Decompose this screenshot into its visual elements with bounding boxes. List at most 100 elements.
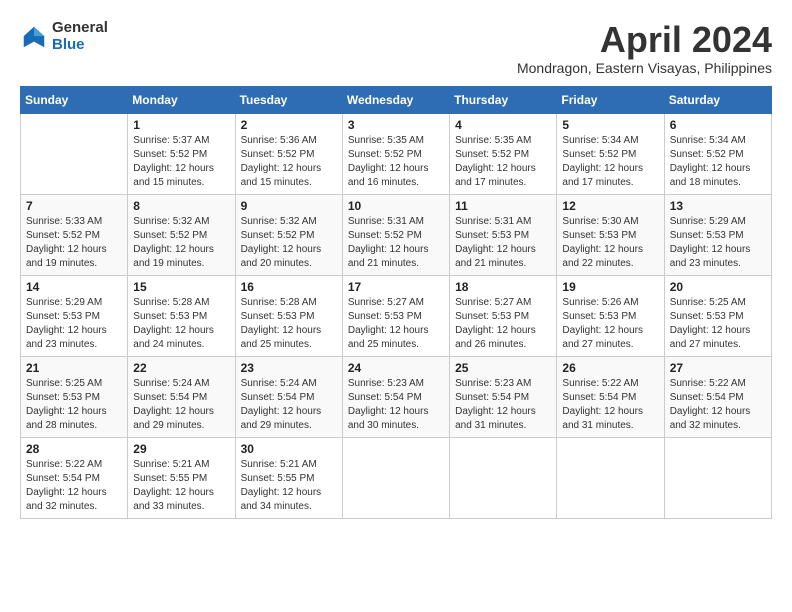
day-info: Sunrise: 5:34 AMSunset: 5:52 PMDaylight:… xyxy=(670,134,766,190)
day-info: Sunrise: 5:25 AMSunset: 5:53 PMDaylight:… xyxy=(26,377,122,433)
day-number: 9 xyxy=(241,199,337,213)
weekday-header: Wednesday xyxy=(342,86,449,113)
day-number: 25 xyxy=(455,361,551,375)
weekday-header: Friday xyxy=(557,86,664,113)
weekday-header: Monday xyxy=(128,86,235,113)
calendar-cell: 28 Sunrise: 5:22 AMSunset: 5:54 PMDayligh… xyxy=(21,437,128,518)
calendar-cell: 10 Sunrise: 5:31 AMSunset: 5:52 PMDayligh… xyxy=(342,194,449,275)
calendar-cell: 27 Sunrise: 5:22 AMSunset: 5:54 PMDayligh… xyxy=(664,356,771,437)
calendar-cell: 13 Sunrise: 5:29 AMSunset: 5:53 PMDayligh… xyxy=(664,194,771,275)
calendar-cell: 14 Sunrise: 5:29 AMSunset: 5:53 PMDayligh… xyxy=(21,275,128,356)
day-number: 28 xyxy=(26,442,122,456)
calendar-cell: 29Sunrise: 5:21 AMSunset: 5:55 PMDayligh… xyxy=(128,437,235,518)
calendar-cell xyxy=(450,437,557,518)
day-info: Sunrise: 5:28 AMSunset: 5:53 PMDaylight:… xyxy=(241,296,337,352)
calendar-cell: 16 Sunrise: 5:28 AMSunset: 5:53 PMDayligh… xyxy=(235,275,342,356)
page-header: General Blue April 2024 Mondragon, Easte… xyxy=(20,20,772,76)
month-title: April 2024 xyxy=(517,20,772,60)
day-number: 20 xyxy=(670,280,766,294)
day-number: 4 xyxy=(455,118,551,132)
calendar-week-row: 14 Sunrise: 5:29 AMSunset: 5:53 PMDayligh… xyxy=(21,275,772,356)
day-info: Sunrise: 5:29 AMSunset: 5:53 PMDaylight:… xyxy=(26,296,122,352)
calendar-week-row: 7 Sunrise: 5:33 AMSunset: 5:52 PMDaylight… xyxy=(21,194,772,275)
day-number: 14 xyxy=(26,280,122,294)
calendar-cell: 7 Sunrise: 5:33 AMSunset: 5:52 PMDaylight… xyxy=(21,194,128,275)
calendar-cell: 4 Sunrise: 5:35 AMSunset: 5:52 PMDaylight… xyxy=(450,113,557,194)
day-info: Sunrise: 5:36 AMSunset: 5:52 PMDaylight:… xyxy=(241,134,337,190)
day-info: Sunrise: 5:31 AMSunset: 5:53 PMDaylight:… xyxy=(455,215,551,271)
day-info: Sunrise: 5:23 AMSunset: 5:54 PMDaylight:… xyxy=(348,377,444,433)
day-number: 23 xyxy=(241,361,337,375)
title-block: April 2024 Mondragon, Eastern Visayas, P… xyxy=(517,20,772,76)
calendar-cell: 9 Sunrise: 5:32 AMSunset: 5:52 PMDaylight… xyxy=(235,194,342,275)
day-info: Sunrise: 5:29 AMSunset: 5:53 PMDaylight:… xyxy=(670,215,766,271)
day-number: 13 xyxy=(670,199,766,213)
day-info: Sunrise: 5:35 AMSunset: 5:52 PMDaylight:… xyxy=(455,134,551,190)
day-info: Sunrise: 5:32 AMSunset: 5:52 PMDaylight:… xyxy=(133,215,229,271)
calendar-cell: 22 Sunrise: 5:24 AMSunset: 5:54 PMDayligh… xyxy=(128,356,235,437)
calendar-cell: 26 Sunrise: 5:22 AMSunset: 5:54 PMDayligh… xyxy=(557,356,664,437)
day-info: Sunrise: 5:25 AMSunset: 5:53 PMDaylight:… xyxy=(670,296,766,352)
day-number: 11 xyxy=(455,199,551,213)
day-info: Sunrise: 5:35 AMSunset: 5:52 PMDaylight:… xyxy=(348,134,444,190)
calendar-cell: 3 Sunrise: 5:35 AMSunset: 5:52 PMDaylight… xyxy=(342,113,449,194)
logo-icon xyxy=(20,23,48,51)
day-number: 12 xyxy=(562,199,658,213)
day-number: 18 xyxy=(455,280,551,294)
calendar-cell: 21 Sunrise: 5:25 AMSunset: 5:53 PMDayligh… xyxy=(21,356,128,437)
day-info: Sunrise: 5:28 AMSunset: 5:53 PMDaylight:… xyxy=(133,296,229,352)
day-info: Sunrise: 5:24 AMSunset: 5:54 PMDaylight:… xyxy=(133,377,229,433)
calendar-cell: 1Sunrise: 5:37 AMSunset: 5:52 PMDaylight… xyxy=(128,113,235,194)
weekday-header: Tuesday xyxy=(235,86,342,113)
calendar-cell: 11 Sunrise: 5:31 AMSunset: 5:53 PMDayligh… xyxy=(450,194,557,275)
day-number: 22 xyxy=(133,361,229,375)
calendar-cell: 15 Sunrise: 5:28 AMSunset: 5:53 PMDayligh… xyxy=(128,275,235,356)
day-number: 26 xyxy=(562,361,658,375)
day-number: 7 xyxy=(26,199,122,213)
calendar-week-row: 1Sunrise: 5:37 AMSunset: 5:52 PMDaylight… xyxy=(21,113,772,194)
day-info: Sunrise: 5:22 AMSunset: 5:54 PMDaylight:… xyxy=(26,458,122,514)
day-info: Sunrise: 5:22 AMSunset: 5:54 PMDaylight:… xyxy=(670,377,766,433)
calendar-header-row: SundayMondayTuesdayWednesdayThursdayFrid… xyxy=(21,86,772,113)
day-number: 15 xyxy=(133,280,229,294)
calendar-cell: 19 Sunrise: 5:26 AMSunset: 5:53 PMDayligh… xyxy=(557,275,664,356)
calendar-cell: 2 Sunrise: 5:36 AMSunset: 5:52 PMDaylight… xyxy=(235,113,342,194)
weekday-header: Sunday xyxy=(21,86,128,113)
calendar-cell xyxy=(664,437,771,518)
day-number: 2 xyxy=(241,118,337,132)
day-info: Sunrise: 5:34 AMSunset: 5:52 PMDaylight:… xyxy=(562,134,658,190)
calendar-week-row: 28 Sunrise: 5:22 AMSunset: 5:54 PMDayligh… xyxy=(21,437,772,518)
day-info: Sunrise: 5:30 AMSunset: 5:53 PMDaylight:… xyxy=(562,215,658,271)
day-number: 27 xyxy=(670,361,766,375)
day-number: 3 xyxy=(348,118,444,132)
day-number: 24 xyxy=(348,361,444,375)
logo-text: General Blue xyxy=(52,20,108,53)
day-number: 10 xyxy=(348,199,444,213)
day-number: 8 xyxy=(133,199,229,213)
calendar-cell xyxy=(342,437,449,518)
calendar-cell: 6Sunrise: 5:34 AMSunset: 5:52 PMDaylight… xyxy=(664,113,771,194)
day-number: 21 xyxy=(26,361,122,375)
calendar-cell: 12 Sunrise: 5:30 AMSunset: 5:53 PMDayligh… xyxy=(557,194,664,275)
day-number: 5 xyxy=(562,118,658,132)
logo-general: General xyxy=(52,20,108,37)
calendar-week-row: 21 Sunrise: 5:25 AMSunset: 5:53 PMDayligh… xyxy=(21,356,772,437)
day-info: Sunrise: 5:24 AMSunset: 5:54 PMDaylight:… xyxy=(241,377,337,433)
calendar-cell xyxy=(557,437,664,518)
day-number: 19 xyxy=(562,280,658,294)
day-info: Sunrise: 5:32 AMSunset: 5:52 PMDaylight:… xyxy=(241,215,337,271)
calendar-cell: 18Sunrise: 5:27 AMSunset: 5:53 PMDayligh… xyxy=(450,275,557,356)
calendar-cell: 17Sunrise: 5:27 AMSunset: 5:53 PMDayligh… xyxy=(342,275,449,356)
calendar-cell: 30Sunrise: 5:21 AMSunset: 5:55 PMDayligh… xyxy=(235,437,342,518)
calendar-cell xyxy=(21,113,128,194)
day-info: Sunrise: 5:22 AMSunset: 5:54 PMDaylight:… xyxy=(562,377,658,433)
calendar-cell: 5 Sunrise: 5:34 AMSunset: 5:52 PMDaylight… xyxy=(557,113,664,194)
day-number: 29 xyxy=(133,442,229,456)
day-info: Sunrise: 5:31 AMSunset: 5:52 PMDaylight:… xyxy=(348,215,444,271)
day-info: Sunrise: 5:33 AMSunset: 5:52 PMDaylight:… xyxy=(26,215,122,271)
calendar-cell: 23 Sunrise: 5:24 AMSunset: 5:54 PMDayligh… xyxy=(235,356,342,437)
logo: General Blue xyxy=(20,20,108,53)
day-number: 16 xyxy=(241,280,337,294)
day-number: 17 xyxy=(348,280,444,294)
day-info: Sunrise: 5:26 AMSunset: 5:53 PMDaylight:… xyxy=(562,296,658,352)
